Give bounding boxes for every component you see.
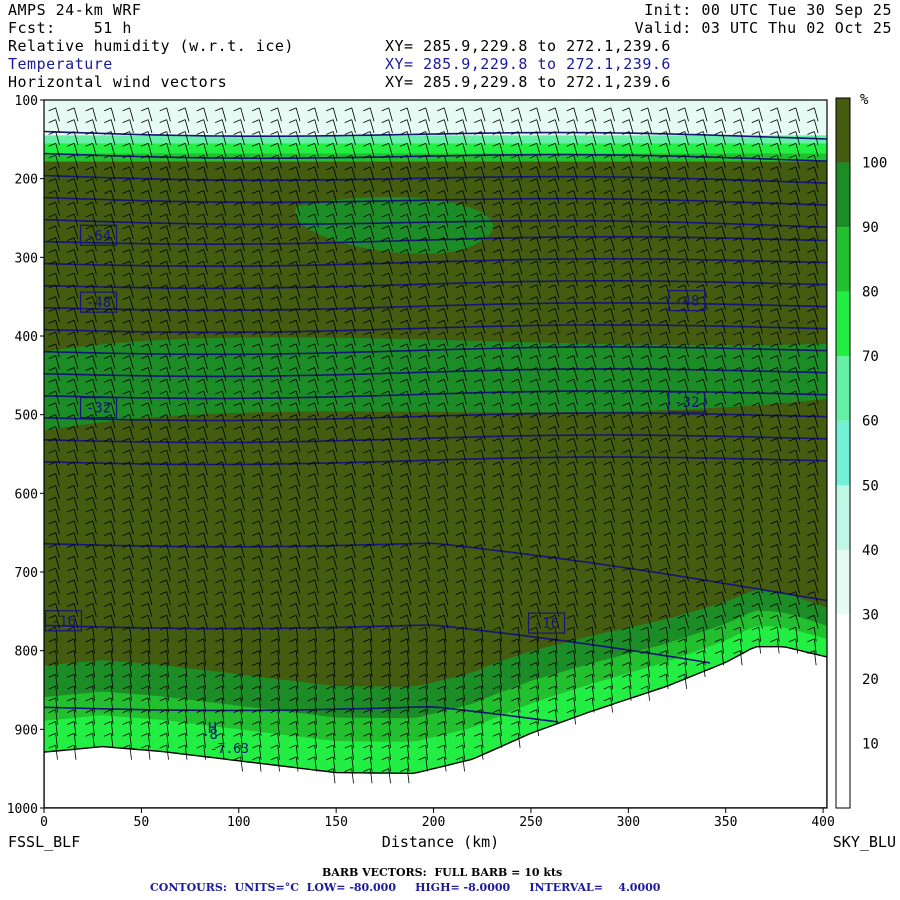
x-tick-label-150: 150 — [324, 815, 347, 830]
rh-band-1 — [44, 135, 827, 144]
colorbar-label-100: 100 — [862, 156, 887, 172]
colorbar-label-10: 10 — [862, 736, 879, 752]
colorbar-label-70: 70 — [862, 349, 879, 365]
colorbar-label-60: 60 — [862, 414, 879, 430]
x-tick-label-0: 0 — [40, 815, 48, 830]
x-tick-label-100: 100 — [227, 815, 250, 830]
x-tick-label-50: 50 — [134, 815, 150, 830]
y-tick-label-700: 700 — [15, 566, 38, 581]
colorbar-label-80: 80 — [862, 285, 879, 301]
colorbar-swatch-1 — [836, 678, 850, 744]
contour-label-4: -32 — [674, 395, 699, 411]
colorbar-swatch-7 — [836, 291, 850, 357]
y-tick-label-900: 900 — [15, 723, 38, 738]
max-label-value: -7.63 — [210, 742, 249, 757]
colorbar-swatch-0 — [836, 743, 850, 808]
y-tick-label-200: 200 — [15, 173, 38, 188]
x-tick-label-200: 200 — [422, 815, 445, 830]
x-tick-label-250: 250 — [519, 815, 542, 830]
contour-label-6: -16 — [534, 616, 559, 632]
rh-band-0 — [44, 100, 827, 136]
contour-label-0: -64 — [86, 228, 111, 244]
colorbar-label-90: 90 — [862, 220, 879, 236]
y-tick-label-1000: 1000 — [7, 802, 38, 817]
colorbar-swatch-3 — [836, 549, 850, 615]
left-station-label: FSSL_BLF — [8, 833, 80, 851]
colorbar-unit: % — [860, 92, 869, 108]
x-axis-label: Distance (km) — [382, 833, 499, 851]
x-tick-label-400: 400 — [811, 815, 834, 830]
x-tick-label-350: 350 — [714, 815, 737, 830]
contour-label-3: -32 — [86, 401, 111, 417]
y-tick-label-500: 500 — [15, 409, 38, 424]
y-tick-label-300: 300 — [15, 251, 38, 266]
footer-contour-note: CONTOURS: UNITS=°C LOW= -80.000 HIGH= -8… — [150, 881, 661, 894]
colorbar-label-50: 50 — [862, 478, 879, 494]
colorbar-swatch-5 — [836, 420, 850, 486]
max-label-h: H — [208, 719, 217, 737]
y-tick-label-800: 800 — [15, 645, 38, 660]
colorbar-swatch-8 — [836, 227, 850, 292]
right-station-label: SKY_BLU — [833, 833, 896, 851]
contour-label-5: -16 — [51, 614, 76, 630]
colorbar-label-40: 40 — [862, 543, 879, 559]
colorbar-swatch-2 — [836, 614, 850, 679]
contour-label-1: -48 — [86, 295, 111, 311]
rh-fill-layer — [44, 100, 827, 808]
colorbar-swatch-4 — [836, 485, 850, 550]
y-tick-label-400: 400 — [15, 330, 38, 345]
colorbar-swatch-10 — [836, 98, 850, 163]
colorbar: 10 20 30 40 50 60 70 80 90 100% — [835, 92, 887, 809]
rh-band-2 — [44, 143, 827, 154]
footer-barb-note: BARB VECTORS: FULL BARB = 10 kts — [322, 866, 563, 879]
y-tick-label-100: 100 — [15, 94, 38, 109]
y-tick-label-600: 600 — [15, 487, 38, 502]
contour-label-2: -48 — [674, 294, 699, 310]
colorbar-label-30: 30 — [862, 607, 879, 623]
colorbar-swatch-9 — [836, 162, 850, 228]
cross-section-chart: -64-48 -48-32 -32-16 -16-8H-7.63 1002003004… — [7, 92, 896, 851]
colorbar-swatch-6 — [836, 356, 850, 421]
colorbar-label-20: 20 — [862, 672, 879, 688]
x-tick-label-300: 300 — [617, 815, 640, 830]
